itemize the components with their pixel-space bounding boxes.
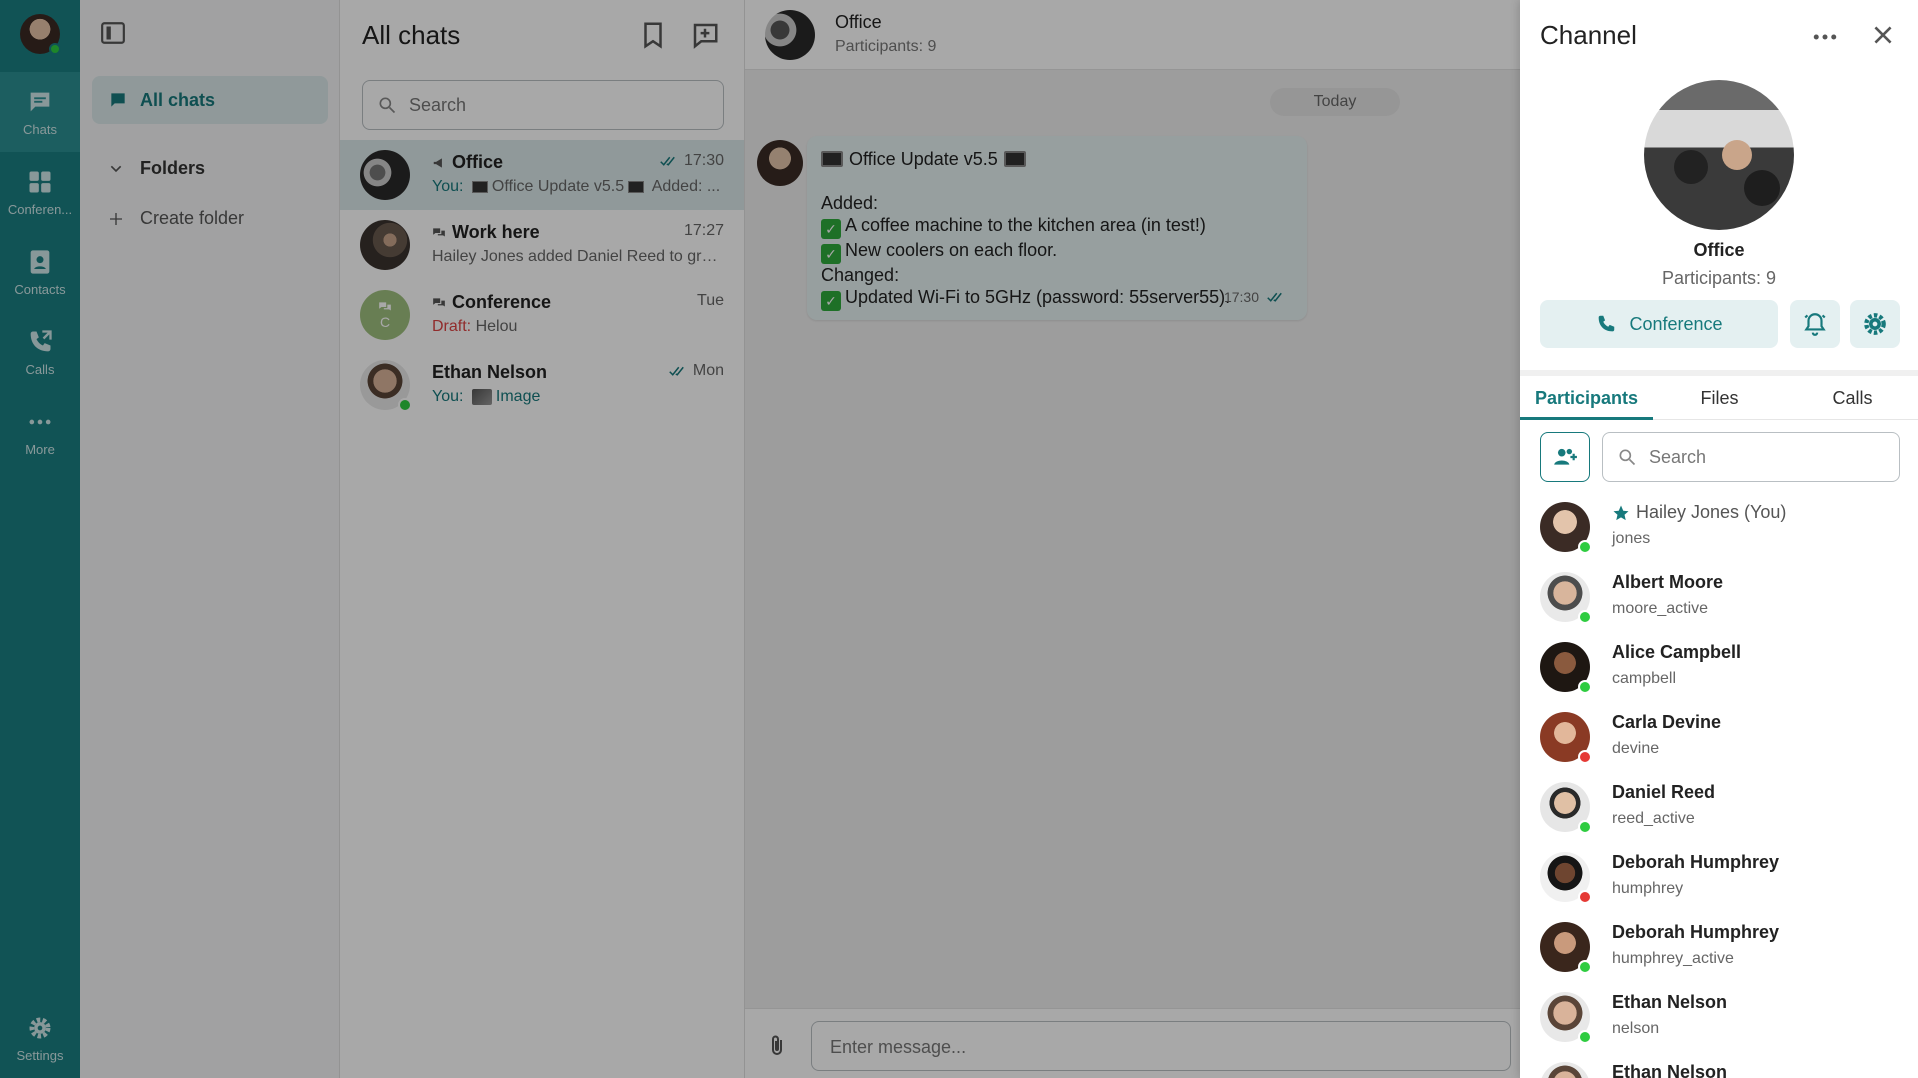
participant-username: campbell [1612, 670, 1677, 687]
phone-icon [1599, 315, 1615, 332]
panel-divider [1520, 370, 1918, 376]
participant-name: Daniel Reed [1612, 782, 1716, 802]
participant-row[interactable]: Carla Devine devine [1520, 702, 1918, 772]
participant-name: Albert Moore [1612, 572, 1724, 592]
bell-icon [1804, 313, 1826, 336]
modal-overlay[interactable] [0, 0, 1520, 1078]
participant-avatar [1540, 782, 1592, 834]
tab-active-indicator [1520, 417, 1653, 420]
participant-name-text: Hailey Jones (You) [1636, 502, 1787, 522]
conference-button[interactable]: Conference [1540, 300, 1778, 348]
channel-info-panel: Channel Office Participants: 9 Conferenc… [1520, 0, 1918, 1078]
participant-username: humphrey [1612, 880, 1684, 897]
conference-button-label: Conference [1629, 313, 1723, 334]
participant-name: Ethan Nelson [1612, 1062, 1728, 1078]
tab-participants[interactable]: Participants [1520, 380, 1653, 420]
channel-avatar [1644, 80, 1794, 230]
online-status-dot [1578, 540, 1592, 554]
participant-name: Alice Campbell [1612, 642, 1742, 662]
participant-avatar [1540, 502, 1592, 554]
participant-name: Deborah Humphrey [1612, 922, 1780, 942]
participant-row[interactable]: Ethan Nelson nelson [1520, 982, 1918, 1052]
online-status-dot [1578, 820, 1592, 834]
add-user-icon [1554, 448, 1577, 465]
participant-avatar [1540, 712, 1592, 764]
participant-row[interactable]: Daniel Reed reed_active [1520, 772, 1918, 842]
participant-name: Ethan Nelson [1612, 992, 1728, 1012]
participant-name: Deborah Humphrey [1612, 852, 1780, 872]
participant-search-input[interactable] [1649, 443, 1889, 471]
channel-name: Office [1693, 240, 1745, 260]
participant-username: humphrey_active [1612, 950, 1734, 967]
gear-icon [1864, 313, 1886, 335]
participant-name: Hailey Jones (You) [1612, 502, 1786, 523]
participant-username: moore_active [1612, 600, 1709, 617]
participant-username: nelson [1612, 1020, 1660, 1037]
settings-button[interactable] [1850, 300, 1900, 348]
search-icon [1619, 449, 1636, 466]
participant-name: Carla Devine [1612, 712, 1722, 732]
participant-avatar [1540, 992, 1592, 1044]
notifications-button[interactable] [1790, 300, 1840, 348]
participant-avatar [1540, 852, 1592, 904]
participant-row[interactable]: Deborah Humphrey humphrey [1520, 842, 1918, 912]
tab-calls[interactable]: Calls [1786, 380, 1918, 420]
online-status-dot [1578, 610, 1592, 624]
participant-row[interactable]: Deborah Humphrey humphrey_active [1520, 912, 1918, 982]
participant-row[interactable]: Ethan Nelson [1520, 1052, 1918, 1078]
participant-username: reed_active [1612, 810, 1695, 827]
participant-search[interactable] [1602, 432, 1900, 482]
participant-username: devine [1612, 740, 1660, 757]
participant-row[interactable]: Hailey Jones (You) jones [1520, 492, 1918, 562]
participant-row[interactable]: Albert Moore moore_active [1520, 562, 1918, 632]
participant-avatar [1540, 922, 1592, 974]
add-participant-button[interactable] [1540, 432, 1590, 482]
participant-username: jones [1612, 530, 1651, 547]
close-icon[interactable] [1870, 22, 1896, 48]
online-status-dot [1578, 960, 1592, 974]
busy-status-dot [1578, 890, 1592, 904]
more-options-icon[interactable] [1810, 22, 1840, 52]
busy-status-dot [1578, 750, 1592, 764]
participant-avatar [1540, 572, 1592, 624]
participant-avatar [1540, 642, 1592, 694]
channel-participants: Participants: 9 [1661, 268, 1777, 288]
star-icon [1613, 505, 1629, 520]
tab-files[interactable]: Files [1653, 380, 1786, 420]
online-status-dot [1578, 1030, 1592, 1044]
participant-row[interactable]: Alice Campbell campbell [1520, 632, 1918, 702]
online-status-dot [1578, 680, 1592, 694]
channel-panel-title: Channel [1540, 20, 1637, 50]
participant-avatar [1540, 1062, 1590, 1078]
